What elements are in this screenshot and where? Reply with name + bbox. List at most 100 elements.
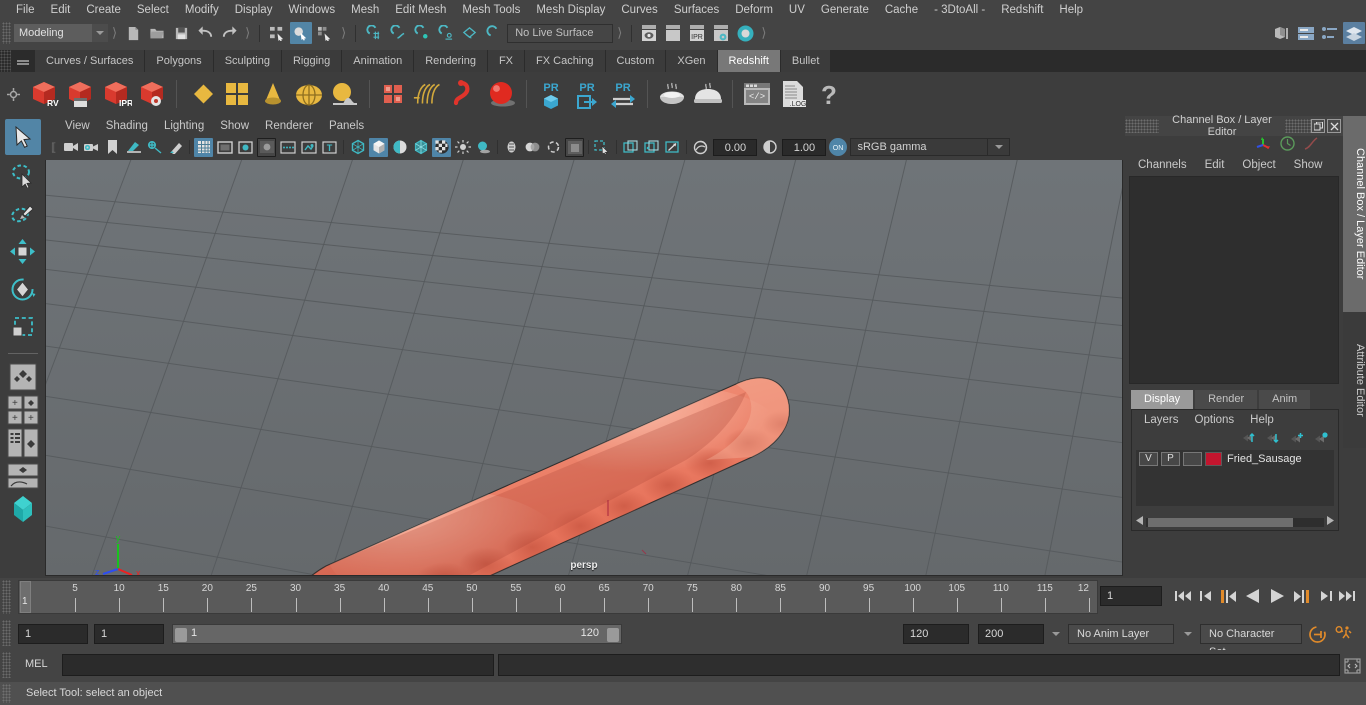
menu-set-dropdown-arrow[interactable] — [92, 24, 108, 42]
shelf-button-rs-cone[interactable] — [255, 76, 291, 112]
shelf-tab-polygons[interactable]: Polygons — [145, 50, 214, 72]
shelf-button-rs-log[interactable]: .LOG — [775, 76, 811, 112]
layer-tab-render[interactable]: Render — [1195, 390, 1258, 409]
texture-toggle-icon[interactable]: T — [320, 138, 339, 157]
wireframe-on-shaded-icon[interactable] — [411, 138, 430, 157]
menu-item-generate[interactable]: Generate — [813, 0, 877, 20]
create-new-layer-icon[interactable] — [1289, 432, 1304, 447]
menu-set-selector[interactable]: Modeling — [14, 24, 92, 42]
open-scene-button[interactable] — [146, 22, 168, 44]
layout-four-view-button[interactable]: + + + — [6, 395, 40, 425]
shelf-button-pr-export[interactable]: PR — [569, 76, 605, 112]
toggle-ipr-button[interactable] — [734, 22, 756, 44]
layer-playback-toggle[interactable]: P — [1161, 451, 1180, 466]
redo-button[interactable] — [218, 22, 240, 44]
character-set-field[interactable]: No Character Set — [1200, 624, 1302, 658]
auto-keyframe-toggle[interactable] — [1306, 624, 1328, 644]
undo-button[interactable] — [194, 22, 216, 44]
menu-item-uv[interactable]: UV — [781, 0, 813, 20]
lasso-select-tool-button[interactable] — [5, 157, 41, 193]
status-line-grip[interactable] — [2, 22, 11, 44]
menu-item-windows[interactable]: Windows — [280, 0, 343, 20]
panel-restore-button[interactable] — [1311, 119, 1325, 133]
snap-to-view-plane-button[interactable] — [458, 22, 480, 44]
script-editor-button[interactable] — [1342, 656, 1362, 676]
shelf-tab-fx-caching[interactable]: FX Caching — [525, 50, 606, 72]
animation-start-time-field[interactable]: 1 — [18, 624, 88, 644]
xray-active-components-icon[interactable] — [523, 138, 542, 157]
shelf-button-rs-environment[interactable] — [327, 76, 363, 112]
step-forward-frame-button[interactable] — [1292, 586, 1310, 606]
show-hide-modeling-toolkit-button[interactable] — [1271, 22, 1293, 44]
menu-item-mesh-tools[interactable]: Mesh Tools — [454, 0, 528, 20]
show-hide-attribute-editor-button[interactable] — [1295, 22, 1317, 44]
anim-layer-field[interactable]: No Anim Layer — [1068, 624, 1174, 644]
animation-preferences-button[interactable] — [1332, 624, 1356, 644]
current-frame-field[interactable]: 1 — [1100, 586, 1162, 606]
animation-end-time-field[interactable]: 200 — [978, 624, 1044, 644]
exposure-icon[interactable] — [691, 138, 710, 157]
gamma-field[interactable]: 1.00 — [782, 138, 827, 156]
panel-close-button[interactable] — [1327, 119, 1341, 133]
range-slider-right-handle[interactable] — [607, 628, 619, 642]
snap-to-projected-center-button[interactable] — [434, 22, 456, 44]
layout-persp-graph-button[interactable] — [6, 461, 40, 491]
channel-box-menu-object[interactable]: Object — [1233, 155, 1284, 175]
shelf-button-rs-grid[interactable] — [219, 76, 255, 112]
shelf-tab-custom[interactable]: Custom — [605, 50, 667, 72]
move-layer-down-icon[interactable] — [1265, 432, 1280, 447]
step-forward-keyframe-button[interactable] — [1316, 586, 1334, 606]
go-to-end-button[interactable] — [1338, 586, 1356, 606]
gate-mask-icon[interactable] — [257, 137, 277, 157]
layer-menu-help[interactable]: Help — [1242, 411, 1282, 429]
layer-name-label[interactable]: Fried_Sausage — [1227, 453, 1302, 465]
exposure-field[interactable]: 0.00 — [713, 138, 758, 156]
xray-mode-icon[interactable] — [502, 138, 521, 157]
range-slider[interactable]: 1 120 — [172, 624, 622, 644]
layer-tab-display[interactable]: Display — [1131, 390, 1194, 409]
color-profile-dropdown-arrow[interactable] — [988, 138, 1011, 156]
viewport-menu-shading[interactable]: Shading — [98, 116, 156, 136]
shelf-button-rs-bake-2[interactable] — [690, 76, 726, 112]
menu-item-3dtoall[interactable]: - 3DtoAll - — [926, 0, 993, 20]
channel-box-menu-show[interactable]: Show — [1285, 155, 1332, 175]
menu-item-cache[interactable]: Cache — [877, 0, 926, 20]
command-output-field[interactable] — [498, 654, 1340, 676]
save-scene-button[interactable] — [170, 22, 192, 44]
resolution-gate-icon[interactable] — [236, 138, 255, 157]
scale-tool-button[interactable] — [5, 309, 41, 345]
make-live-button[interactable] — [482, 22, 504, 44]
step-back-frame-button[interactable] — [1219, 586, 1237, 606]
channel-box-menu-edit[interactable]: Edit — [1196, 155, 1234, 175]
redo-render-button[interactable] — [662, 22, 684, 44]
layer-visibility-toggle[interactable]: V — [1139, 451, 1158, 466]
move-tool-button[interactable] — [5, 233, 41, 269]
ipr-render-button[interactable]: IPR — [686, 22, 708, 44]
shelf-button-rs-curve[interactable] — [448, 76, 484, 112]
channel-box-menu-channels[interactable]: Channels — [1129, 155, 1196, 175]
viewport-menu-show[interactable]: Show — [212, 116, 257, 136]
command-line-grip[interactable] — [2, 652, 11, 678]
menu-item-file[interactable]: File — [8, 0, 43, 20]
shelf-button-rs-diamond[interactable] — [183, 76, 219, 112]
display-layer-row[interactable]: V P Fried_Sausage — [1136, 450, 1334, 467]
move-layer-up-icon[interactable] — [1241, 432, 1256, 447]
layer-shading-toggle[interactable] — [1183, 451, 1202, 466]
channel-box-content[interactable] — [1129, 176, 1339, 384]
layout-hypershade-button[interactable] — [6, 494, 40, 528]
render-current-frame-button[interactable] — [638, 22, 660, 44]
viewport-snapshot-2-icon[interactable] — [642, 138, 661, 157]
menu-item-edit-mesh[interactable]: Edit Mesh — [387, 0, 454, 20]
menu-item-select[interactable]: Select — [129, 0, 177, 20]
layer-menu-layers[interactable]: Layers — [1136, 411, 1187, 429]
side-tab-channel-box-layer-editor[interactable]: Channel Box / Layer Editor — [1343, 116, 1366, 312]
shelf-button-rs-bake-1[interactable] — [654, 76, 690, 112]
shade-flat-icon[interactable] — [390, 138, 409, 157]
color-management-toggle[interactable]: ON — [829, 138, 848, 156]
display-layer-list[interactable]: V P Fried_Sausage — [1136, 450, 1334, 506]
viewport-menu-lighting[interactable]: Lighting — [156, 116, 212, 136]
shelf-tab-animation[interactable]: Animation — [342, 50, 415, 72]
menu-item-help[interactable]: Help — [1051, 0, 1091, 20]
menu-item-mesh[interactable]: Mesh — [343, 0, 387, 20]
shelf-tab-fx[interactable]: FX — [487, 50, 526, 72]
